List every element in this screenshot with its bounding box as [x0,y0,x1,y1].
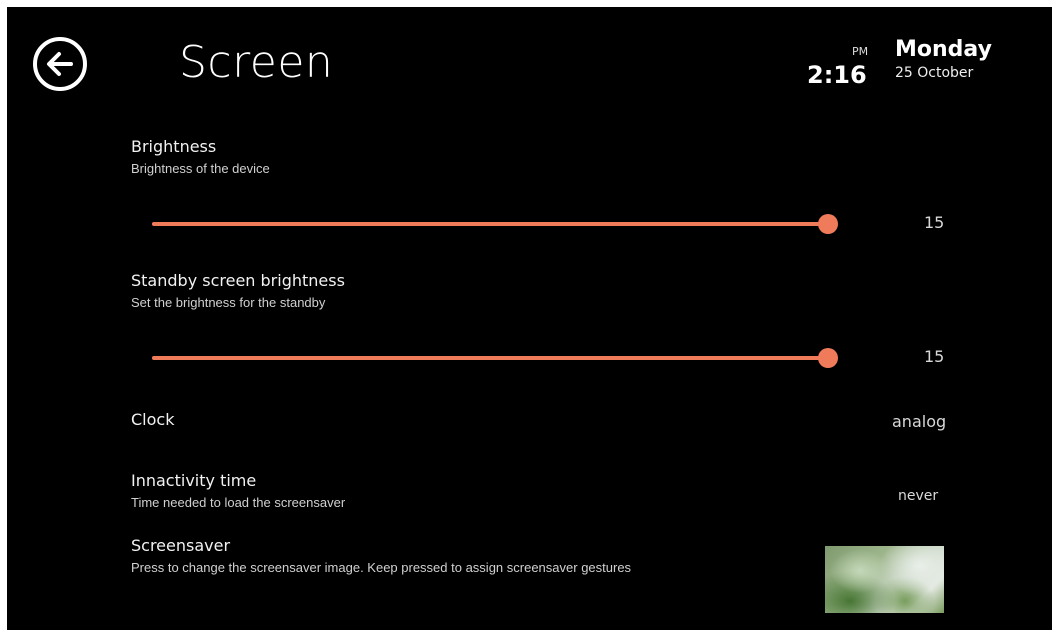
clock-setting[interactable]: Clock [131,410,951,436]
inactivity-subtitle: Time needed to load the screensaver [131,495,346,510]
brightness-slider-thumb[interactable] [818,214,838,234]
date-label: 25 October [895,65,974,81]
standby-brightness-slider-thumb[interactable] [818,348,838,368]
brightness-value: 15 [924,213,945,232]
inactivity-setting[interactable]: Innactivity time Time needed to load the… [131,471,891,512]
screen-panel: Screen PM 2:16 Monday 25 October Brightn… [7,7,1052,630]
standby-brightness-subtitle: Set the brightness for the standby [131,295,326,310]
back-arrow-icon [33,37,87,91]
screensaver-title: Screensaver [131,536,231,555]
screensaver-subtitle: Press to change the screensaver image. K… [131,560,632,575]
brightness-title: Brightness [131,137,217,156]
brightness-slider[interactable] [152,212,838,236]
page-title: Screen [179,37,334,88]
standby-brightness-slider[interactable] [152,346,838,370]
screensaver-setting[interactable]: Screensaver Press to change the screensa… [131,536,821,577]
brightness-slider-fill [152,222,828,226]
day-name: Monday [895,37,992,62]
standby-brightness-slider-fill [152,356,828,360]
standby-brightness-setting: Standby screen brightness Set the bright… [131,271,345,312]
inactivity-value[interactable]: never [898,488,938,504]
clock-time: 2:16 [807,61,867,89]
screensaver-thumbnail[interactable] [825,546,944,613]
standby-brightness-title: Standby screen brightness [131,271,345,290]
clock-value[interactable]: analog [892,412,946,431]
inactivity-title: Innactivity time [131,471,257,490]
standby-brightness-value: 15 [924,347,945,366]
brightness-subtitle: Brightness of the device [131,161,270,176]
back-button[interactable] [31,35,89,93]
clock-title: Clock [131,410,175,429]
brightness-setting: Brightness Brightness of the device [131,137,270,178]
time-ampm: PM [852,45,869,58]
